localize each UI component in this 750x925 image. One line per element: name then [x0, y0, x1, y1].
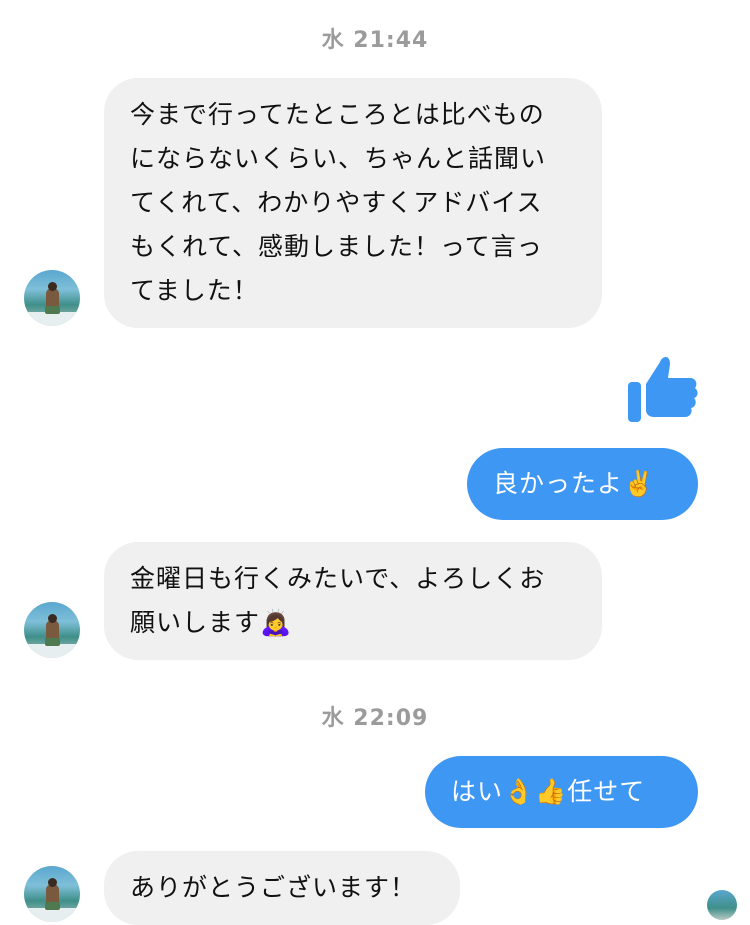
incoming-message-bubble[interactable]: 金曜日も行くみたいで、よろしくお 願いします🙇‍♀️: [104, 542, 602, 660]
bowing-woman-emoji: 🙇‍♀️: [260, 608, 293, 637]
incoming-message-bubble[interactable]: ありがとうございます！: [104, 851, 460, 925]
message-text: はい: [451, 777, 504, 806]
message-text: 願いします: [130, 608, 261, 637]
contact-avatar[interactable]: [24, 270, 80, 326]
message-line: ありがとうございます！: [130, 873, 417, 902]
contact-avatar[interactable]: [24, 602, 80, 658]
thumbs-up-icon[interactable]: [624, 350, 700, 424]
ok-hand-emoji: 👌: [503, 777, 536, 806]
message-line: てました！: [130, 276, 259, 305]
message-line: 金曜日も行くみたいで、よろしくお: [130, 564, 546, 593]
message-line: てくれて、わかりやすくアドバイス: [130, 188, 543, 217]
message-line: にならないくらい、ちゃんと話聞い: [130, 144, 547, 173]
outgoing-message-bubble[interactable]: はい👌👍任せて: [425, 756, 698, 828]
timestamp: 水 21:44: [321, 28, 429, 53]
message-text: 良かったよ: [493, 469, 624, 498]
message-line: 今まで行ってたところとは比べもの: [130, 100, 545, 129]
thumbs-up-emoji: 👍: [535, 777, 568, 806]
read-receipt-avatar: [707, 890, 737, 920]
message-line: もくれて、感動しました！って言っ: [130, 232, 543, 261]
timestamp: 水 22:09: [321, 706, 429, 731]
victory-hand-emoji: ✌️: [623, 469, 656, 498]
message-text: 任せて: [567, 777, 646, 806]
incoming-message-bubble[interactable]: 今まで行ってたところとは比べもの にならないくらい、ちゃんと話聞い てくれて、わ…: [104, 78, 602, 328]
contact-avatar[interactable]: [24, 866, 80, 922]
outgoing-message-bubble[interactable]: 良かったよ✌️: [467, 448, 698, 520]
